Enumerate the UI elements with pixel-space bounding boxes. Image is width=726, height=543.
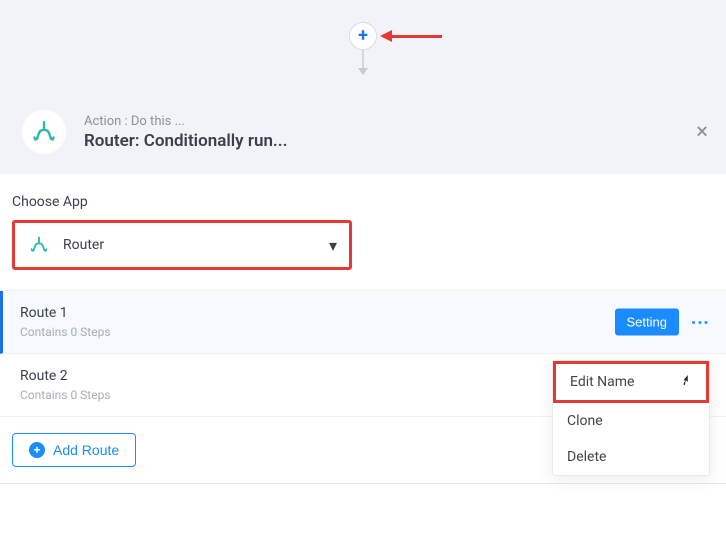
app-badge (22, 110, 66, 154)
menu-item-edit-name[interactable]: Edit Name (553, 361, 709, 403)
choose-app-value: Router (63, 237, 317, 253)
choose-app-select[interactable]: Router ▾ (12, 220, 352, 270)
divider (0, 483, 726, 484)
flow-arrow-icon (358, 50, 368, 75)
canvas-strip: + (0, 0, 726, 90)
add-route-button[interactable]: + Add Route (12, 433, 136, 467)
plus-circle-icon: + (29, 442, 45, 458)
plus-icon: + (358, 27, 368, 45)
choose-app-label: Choose App (0, 194, 726, 220)
router-icon (31, 119, 57, 145)
route-row[interactable]: Route 1 Contains 0 Steps Setting ⋮ (0, 291, 726, 354)
menu-item-label: Edit Name (570, 374, 634, 390)
kebab-menu-icon[interactable]: ⋮ (689, 314, 710, 331)
action-subtitle: Action : Do this ... (84, 114, 287, 129)
menu-item-label: Delete (567, 449, 606, 465)
action-title: Router: Conditionally run... (84, 131, 287, 151)
route-name: Route 1 (20, 305, 706, 321)
router-icon (27, 233, 51, 257)
close-icon[interactable]: × (696, 120, 708, 145)
setting-button[interactable]: Setting (615, 309, 679, 336)
action-header: Action : Do this ... Router: Conditional… (0, 90, 726, 174)
add-step-node[interactable]: + (349, 22, 377, 50)
route-subtitle: Contains 0 Steps (20, 325, 706, 339)
menu-item-clone[interactable]: Clone (553, 403, 709, 439)
menu-item-delete[interactable]: Delete (553, 439, 709, 475)
cursor-icon (680, 374, 692, 391)
annotation-arrow (380, 30, 442, 42)
route-context-menu: Edit Name Clone Delete (552, 360, 710, 476)
menu-item-label: Clone (567, 413, 603, 429)
chevron-down-icon: ▾ (329, 236, 337, 255)
add-route-label: Add Route (53, 442, 119, 458)
